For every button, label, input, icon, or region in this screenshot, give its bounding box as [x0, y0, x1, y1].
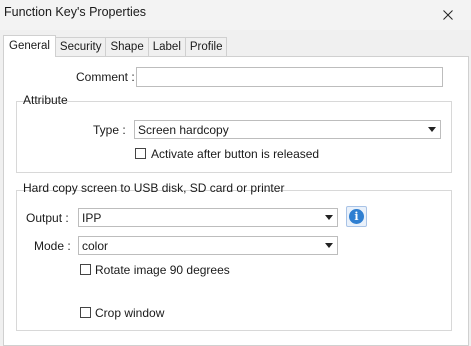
mode-value: color — [82, 239, 109, 253]
window-title: Function Key's Properties — [4, 5, 147, 19]
title-bar: Function Key's Properties — [0, 0, 471, 30]
mode-select[interactable]: color — [78, 236, 338, 255]
output-select[interactable]: IPP — [78, 208, 338, 227]
activate-label: Activate after button is released — [151, 147, 320, 161]
crop-checkbox[interactable] — [80, 307, 91, 318]
tab-profile[interactable]: Profile — [185, 37, 228, 56]
chevron-down-icon — [325, 215, 333, 220]
comment-label: Comment : — [76, 70, 135, 84]
tab-bar: General Security Shape Label Profile — [3, 35, 228, 57]
comment-input[interactable] — [136, 67, 443, 87]
info-icon: i — [349, 209, 364, 224]
tab-shape[interactable]: Shape — [106, 37, 149, 56]
output-value: IPP — [82, 211, 102, 225]
tab-general[interactable]: General — [3, 35, 56, 57]
tab-security[interactable]: Security — [55, 37, 107, 56]
attribute-group-title: Attribute — [23, 93, 68, 107]
info-button[interactable]: i — [346, 206, 367, 227]
crop-label: Crop window — [95, 306, 165, 320]
type-select[interactable]: Screen hardcopy — [134, 120, 441, 139]
close-button[interactable] — [425, 0, 471, 30]
activate-checkbox[interactable] — [135, 148, 146, 159]
tab-label[interactable]: Label — [148, 37, 186, 56]
rotate-label: Rotate image 90 degrees — [95, 263, 230, 277]
hardcopy-group-title: Hard copy screen to USB disk, SD card or… — [23, 181, 285, 195]
type-value: Screen hardcopy — [138, 123, 229, 137]
chevron-down-icon — [428, 127, 436, 132]
close-icon — [443, 10, 453, 20]
rotate-checkbox[interactable] — [80, 264, 91, 275]
general-panel: Comment : Attribute Type : Screen hardco… — [3, 56, 469, 346]
output-label: Output : — [26, 211, 69, 225]
chevron-down-icon — [325, 243, 333, 248]
mode-label: Mode : — [34, 239, 71, 253]
type-label: Type : — [93, 123, 126, 137]
